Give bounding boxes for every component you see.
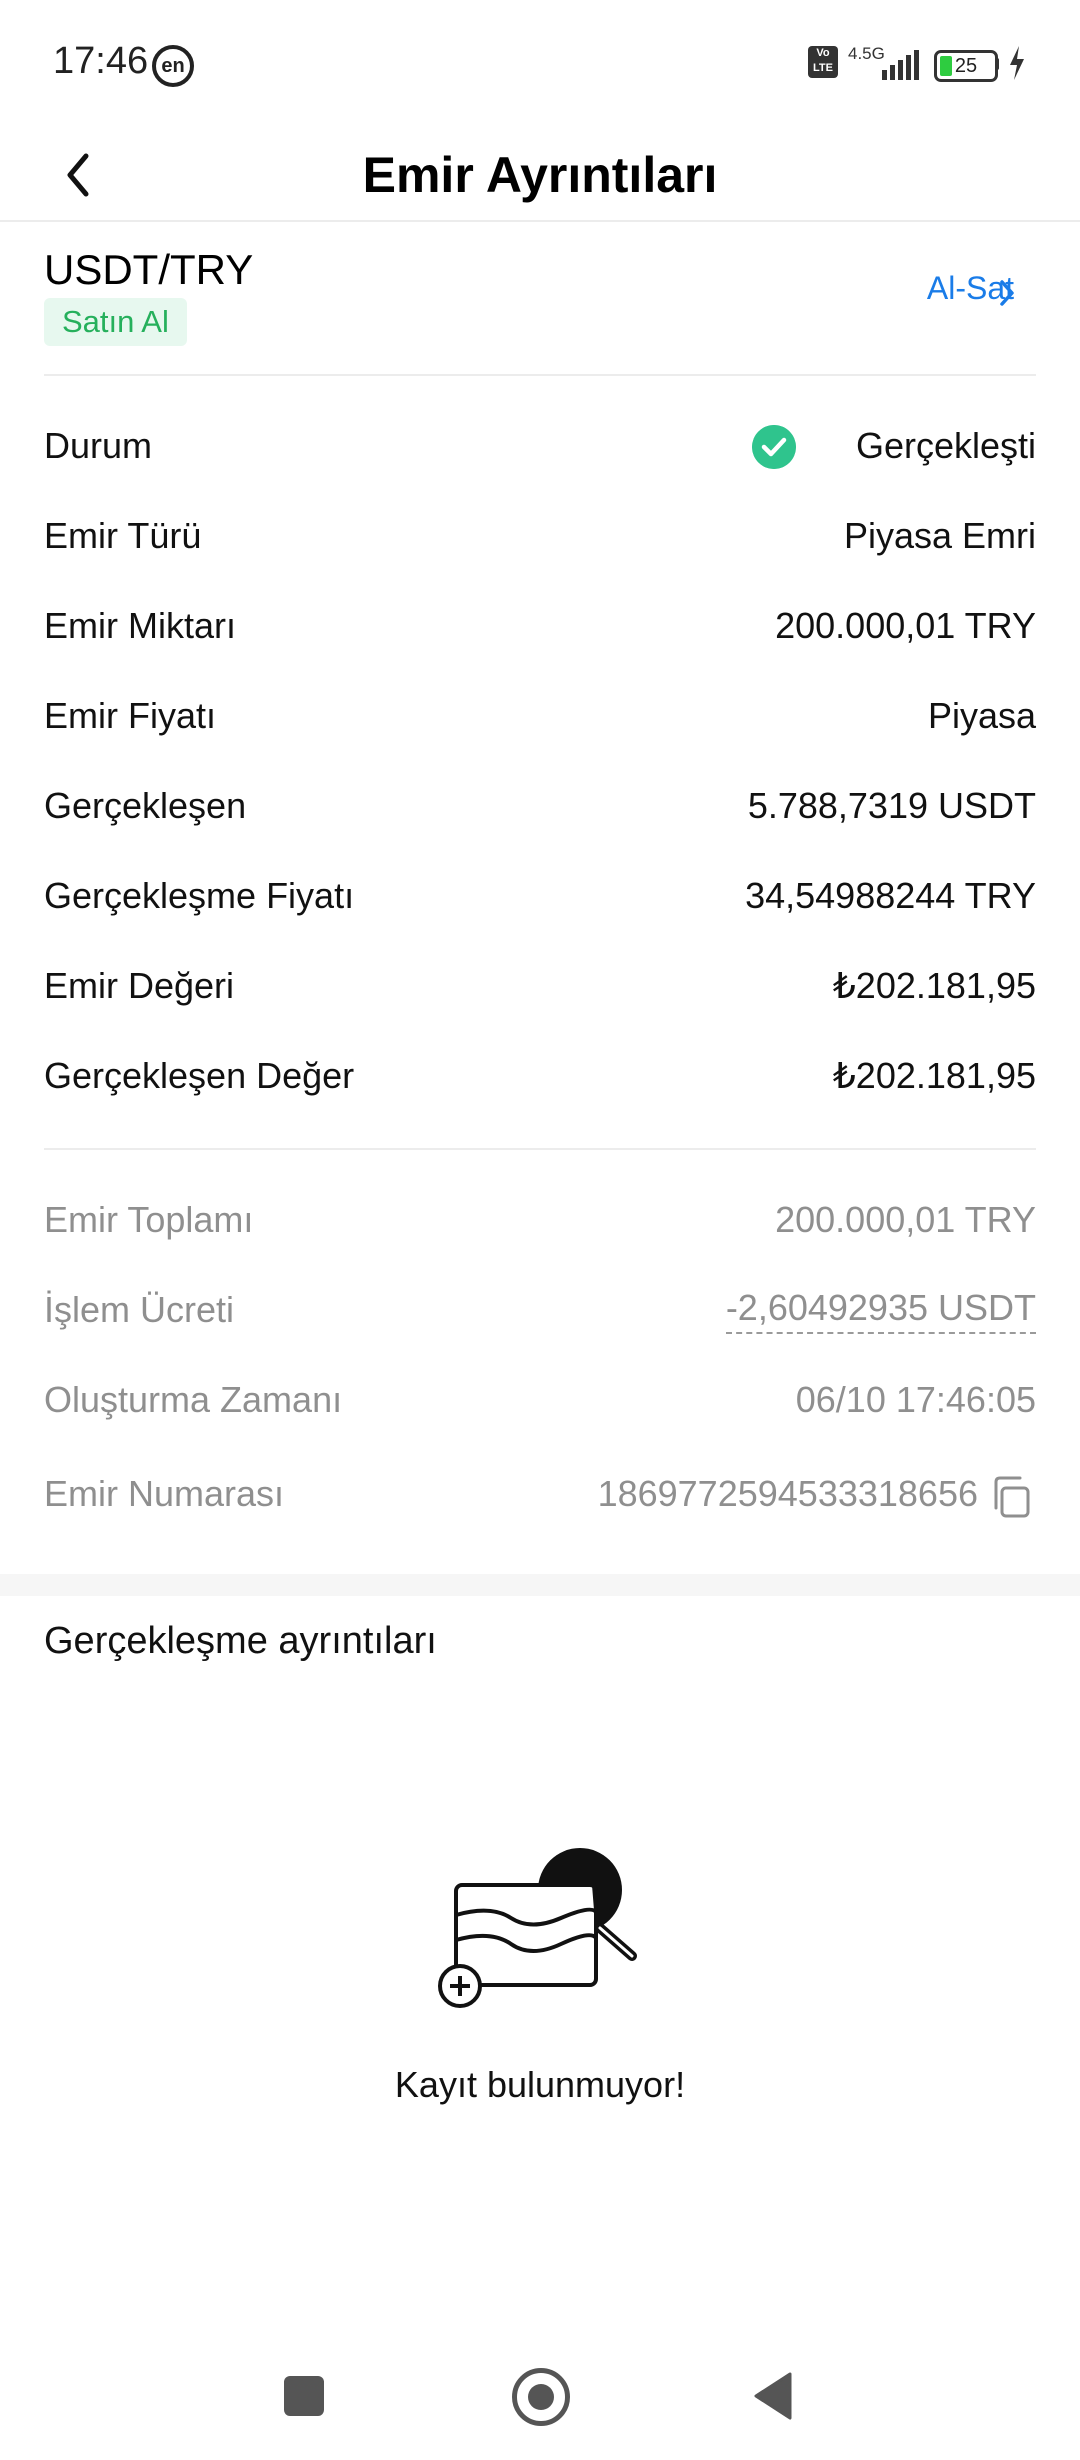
battery-icon: 25 [934,50,998,82]
detail-value: Piyasa [927,695,1036,736]
detail-row: Gerçekleşen 5.788,7319 USDT [44,776,1036,836]
volte-icon: Vo LTE [808,46,838,78]
summary-label: Emir Numarası [44,1473,285,1514]
summary-row-order-number: Emir Numarası 1869772594533318656 [44,1464,1036,1524]
detail-value: Gerçekleşti [855,425,1036,466]
empty-search-icon [438,1848,637,2008]
section-separator-band [0,1574,1080,1596]
detail-value: Piyasa Emri [843,515,1036,556]
detail-row: Emir Fiyatı Piyasa [44,686,1036,746]
detail-label: Gerçekleşen [44,785,247,826]
execution-details-title: Gerçekleşme ayrıntıları [44,1620,437,1662]
app-header: Emir Ayrıntıları [0,130,1080,220]
pair-symbol: USDT/TRY [44,246,254,293]
status-time: 17:46 [53,40,149,82]
detail-label: Gerçekleşen Değer [44,1055,355,1096]
summary-value: 06/10 17:46:05 [795,1379,1036,1420]
section-divider [44,1148,1036,1150]
detail-label: Emir Türü [44,515,202,556]
detail-label: Emir Değeri [44,965,235,1006]
battery-tip [995,58,999,70]
copy-icon[interactable] [986,1472,1036,1522]
detail-label: Emir Miktarı [44,605,236,646]
status-bar: 17:46 en Vo LTE 4.5G 25 [0,0,1080,130]
detail-row: Emir Miktarı 200.000,01 TRY [44,596,1036,656]
detail-value: ₺202.181,95 [832,965,1036,1006]
summary-label: Oluşturma Zamanı [44,1379,343,1420]
detail-row: Gerçekleşme Fiyatı 34,54988244 TRY [44,866,1036,926]
home-button[interactable] [512,2368,570,2426]
charging-icon [1010,46,1024,80]
chevron-right-icon[interactable] [996,276,1018,310]
detail-value: 34,54988244 TRY [745,875,1036,916]
detail-row: Gerçekleşen Değer ₺202.181,95 [44,1046,1036,1106]
summary-label: Emir Toplamı [44,1199,254,1240]
check-circle-icon [752,425,796,469]
detail-label: Durum [44,425,153,466]
back-arrow-icon[interactable] [52,142,112,208]
order-number: 1869772594533318656 [597,1473,978,1514]
nav-back-icon[interactable] [752,2372,792,2420]
recent-apps-button[interactable] [284,2376,324,2416]
summary-value: 200.000,01 TRY [775,1199,1036,1240]
order-side-badge: Satın Al [44,298,187,346]
detail-label: Emir Fiyatı [44,695,217,736]
battery-level: 25 [954,55,978,77]
detail-row: Emir Değeri ₺202.181,95 [44,956,1036,1016]
detail-value: 200.000,01 TRY [775,605,1036,646]
detail-value: 5.788,7319 USDT [747,785,1036,826]
summary-row: Oluşturma Zamanı 06/10 17:46:05 [44,1370,1036,1430]
summary-row: Emir Toplamı 200.000,01 TRY [44,1190,1036,1250]
detail-label: Gerçekleşme Fiyatı [44,875,355,916]
signal-icon [882,50,919,80]
summary-label: İşlem Ücreti [44,1289,235,1330]
summary-row-fee: İşlem Ücreti -2,60492935 USDT [44,1280,1036,1340]
detail-row: Emir Türü Piyasa Emri [44,506,1036,566]
detail-row-status: Durum Gerçekleşti [44,416,1036,476]
home-dot-icon [528,2384,554,2410]
detail-value: ₺202.181,95 [832,1055,1036,1096]
language-badge-icon: en [152,45,194,87]
empty-state-text: Kayıt bulunmuyor! [394,2064,686,2105]
page-title: Emir Ayrıntıları [362,147,718,203]
fee-value[interactable]: -2,60492935 USDT [725,1284,1036,1334]
header-divider [0,220,1080,222]
section-divider [44,374,1036,376]
